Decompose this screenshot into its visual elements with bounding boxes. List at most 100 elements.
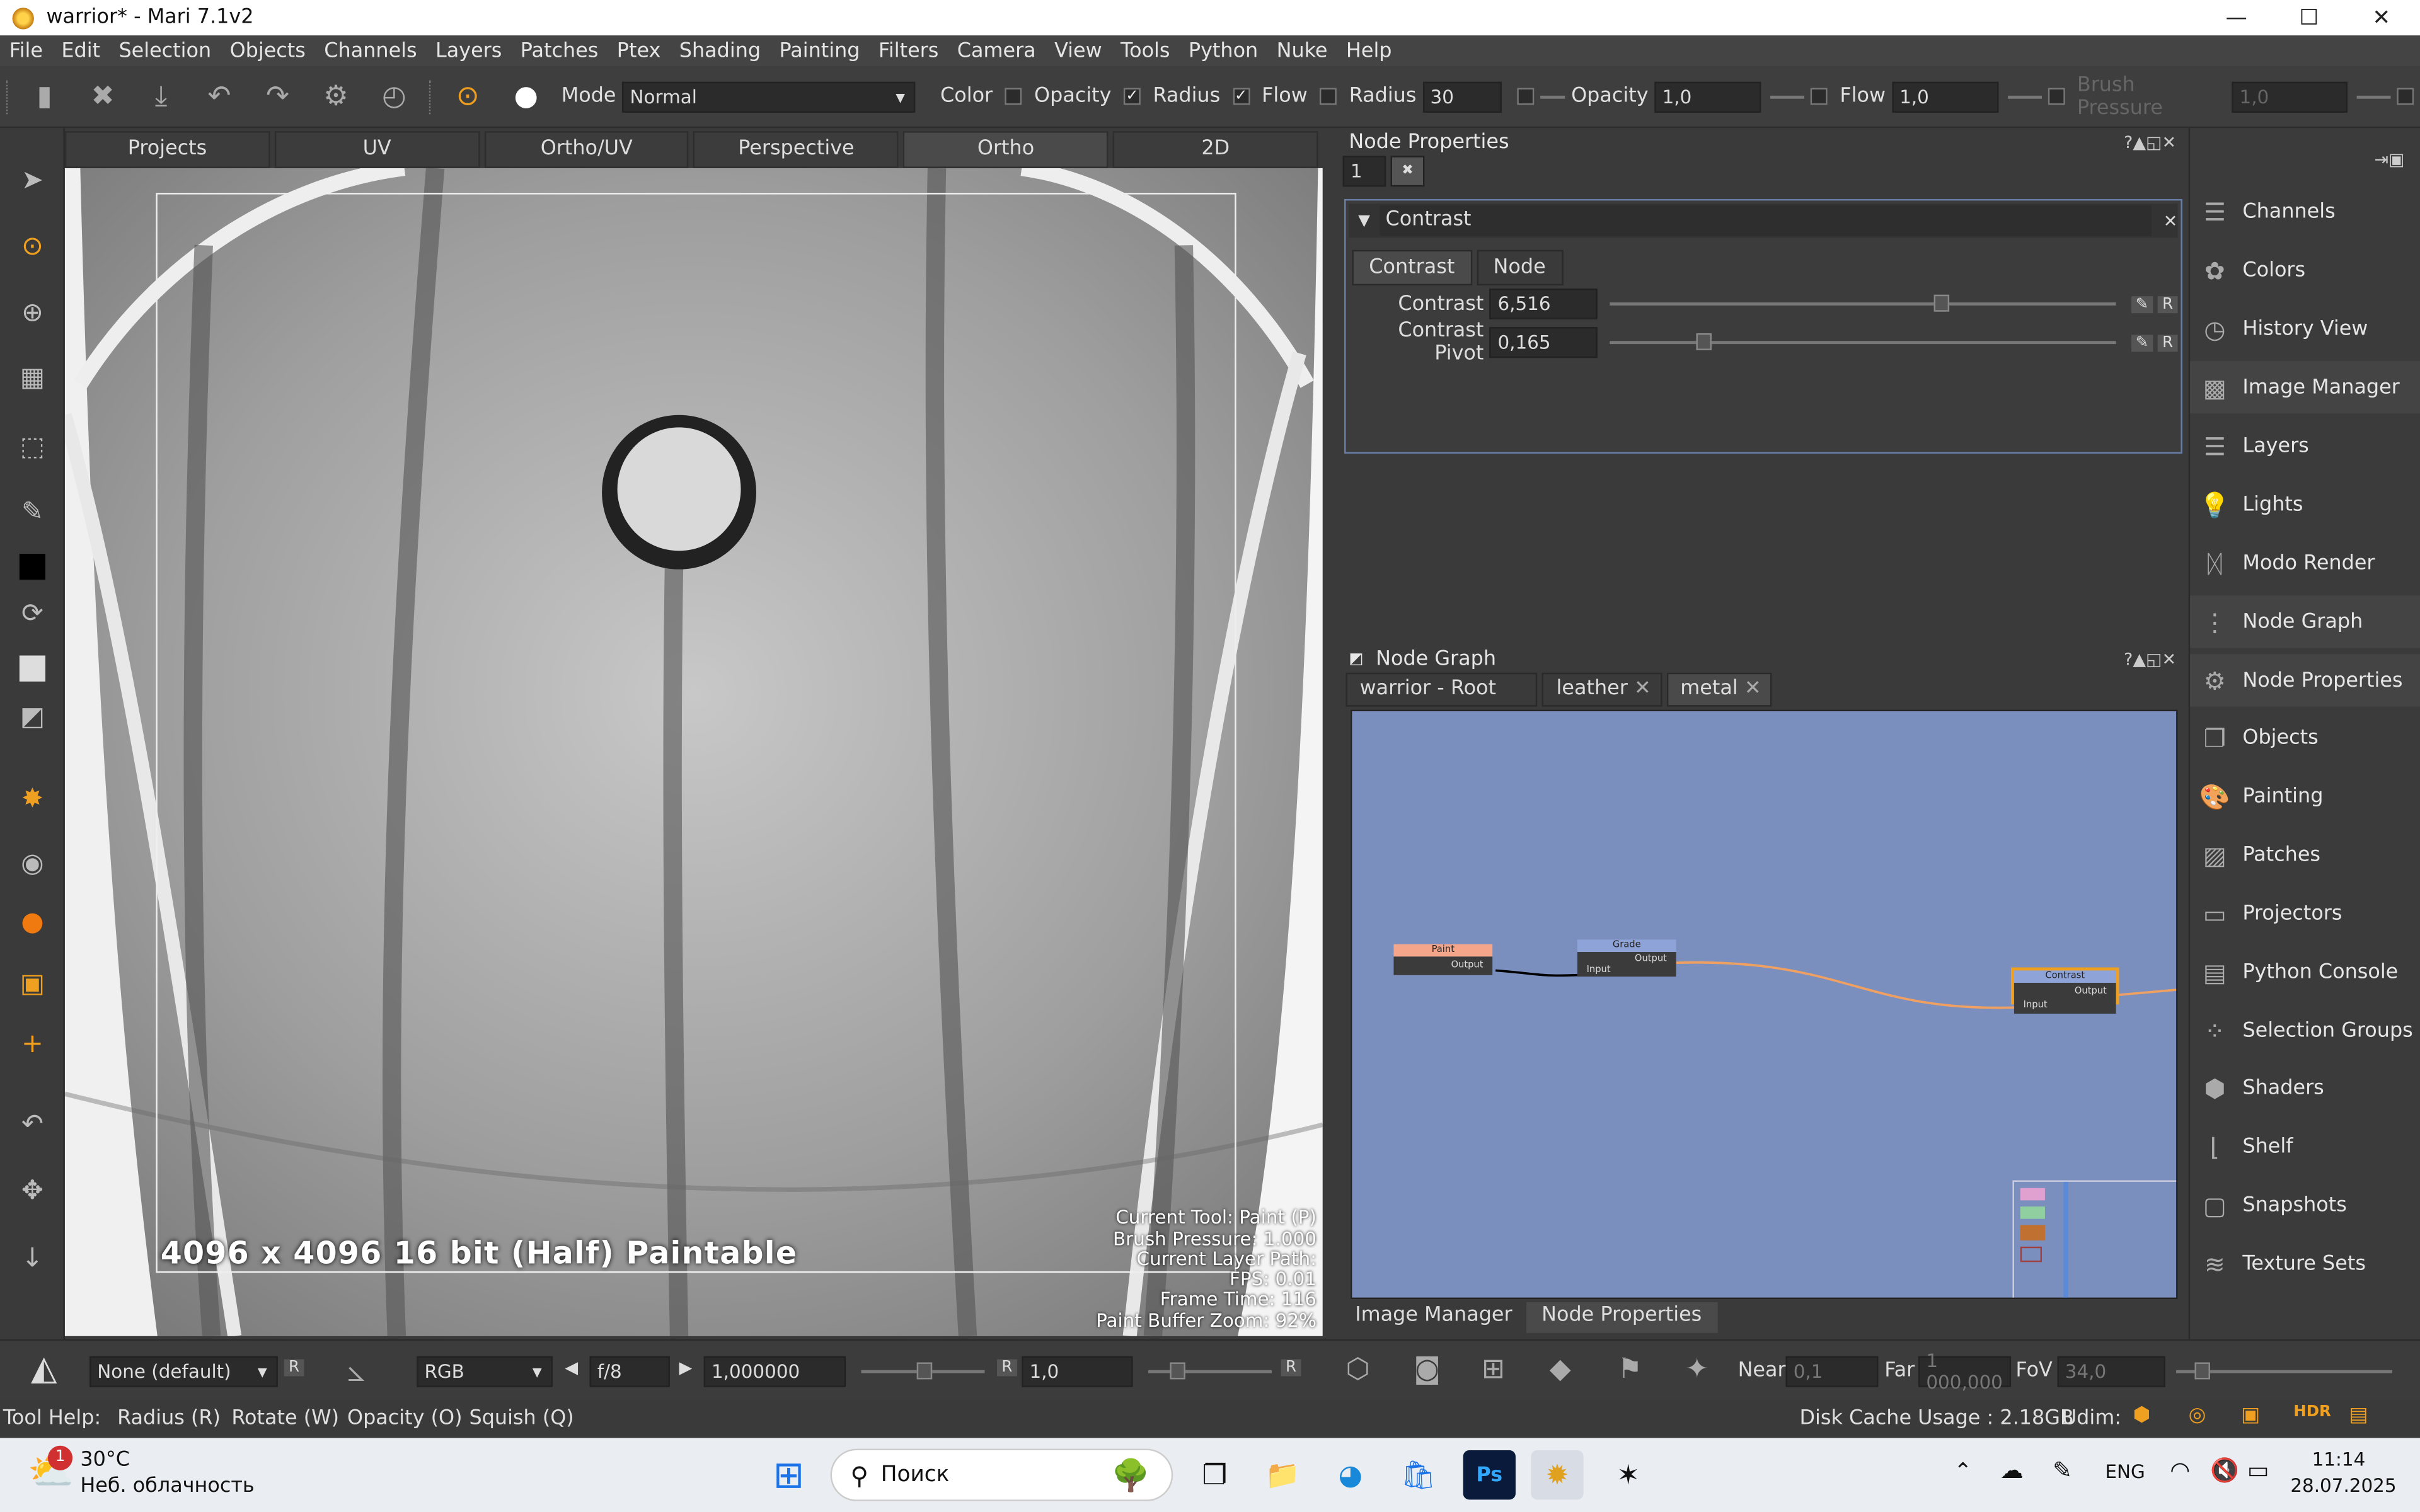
ruler-icon[interactable]: ⦣ <box>347 1351 365 1389</box>
menu-filters[interactable]: Filters <box>869 39 948 62</box>
flow-field[interactable]: 1,0 <box>1891 81 1999 112</box>
sidebar-item-lights[interactable]: 💡 Lights <box>2190 478 2420 530</box>
menu-file[interactable]: File <box>0 39 52 62</box>
contrast-slider[interactable] <box>1610 294 2116 312</box>
menu-painting[interactable]: Painting <box>770 39 869 62</box>
menu-shading[interactable]: Shading <box>670 39 770 62</box>
sidebar-item-colors[interactable]: ✿ Colors <box>2190 244 2420 296</box>
tab-2d[interactable]: 2D <box>1113 131 1318 168</box>
status-hex-icon[interactable]: ⬢ <box>2133 1404 2151 1428</box>
paint-tool-icon[interactable]: ⊙ <box>448 76 488 117</box>
photoshop-icon[interactable]: Ps <box>1463 1450 1516 1500</box>
shader-ball-icon[interactable]: ● <box>14 904 51 941</box>
sidebar-item-node-properties[interactable]: ⚙ Node Properties <box>2190 654 2420 707</box>
menu-patches[interactable]: Patches <box>511 39 608 62</box>
node-graph-minimap[interactable] <box>2012 1180 2177 1298</box>
performance-icon[interactable]: ◴ <box>374 76 414 117</box>
language-indicator[interactable]: ENG <box>2105 1461 2145 1482</box>
status-target-icon[interactable]: ◎ <box>2189 1404 2206 1428</box>
radius-field[interactable]: 30 <box>1422 81 1502 112</box>
far-field[interactable]: 1 000,000 <box>1918 1350 2012 1393</box>
paint-viewport[interactable]: 4096 x 4096 16 bit (Half) Paintable Curr… <box>64 168 1323 1336</box>
opacity-lock-checkbox[interactable] <box>1811 88 1828 105</box>
tray-chevron-icon[interactable]: ⌃ <box>1954 1460 1972 1484</box>
file-explorer-icon[interactable]: 📁 <box>1256 1450 1308 1499</box>
projector-tool-icon[interactable]: ▣ <box>14 966 51 1003</box>
close-button[interactable]: ✕ <box>2346 0 2417 35</box>
sidebar-item-objects[interactable]: ❐ Objects <box>2190 711 2420 764</box>
weather-description[interactable]: Неб. облачность <box>80 1475 254 1498</box>
battery-icon[interactable]: ▭ <box>2247 1457 2269 1484</box>
scatter-view-icon[interactable]: ✦ <box>1685 1353 1708 1385</box>
gain-field[interactable]: 1,000000 <box>703 1356 846 1387</box>
marquee-tool-icon[interactable]: ⬚ <box>14 429 51 466</box>
wifi-icon[interactable]: ◠ <box>2170 1457 2190 1484</box>
settings-icon[interactable]: ⚙ <box>316 76 355 117</box>
node-history-field[interactable]: 1 <box>1342 156 1386 187</box>
status-square-icon[interactable]: ▣ <box>2241 1404 2260 1428</box>
menu-channels[interactable]: Channels <box>315 39 427 62</box>
contrast-pivot-field[interactable]: 0,165 <box>1490 327 1598 358</box>
sidebar-item-painting[interactable]: 🎨 Painting <box>2190 770 2420 822</box>
eyedropper-icon[interactable]: ✎ <box>14 494 51 531</box>
tab-ortho[interactable]: Ortho <box>903 131 1109 168</box>
fov-field[interactable]: 34,0 <box>2057 1356 2165 1387</box>
zbrush-icon[interactable]: ✶ <box>1602 1450 1654 1499</box>
volume-muted-icon[interactable]: 🔇 <box>2210 1457 2239 1484</box>
radius-slider[interactable] <box>1540 94 1565 98</box>
sidebar-item-patches[interactable]: ▨ Patches <box>2190 828 2420 881</box>
camera-view-icon[interactable]: ◙ <box>1414 1353 1441 1385</box>
radius-checkbox[interactable]: ✓ <box>1232 88 1250 105</box>
sidebar-item-image-manager[interactable]: ▩ Image Manager <box>2190 361 2420 414</box>
tab-metal[interactable]: metal ✕ <box>1666 672 1772 707</box>
sidebar-item-snapshots[interactable]: ▢ Snapshots <box>2190 1179 2420 1231</box>
menu-python[interactable]: Python <box>1179 39 1267 62</box>
onedrive-icon[interactable]: ☁ <box>2000 1457 2024 1484</box>
node-graph-canvas[interactable]: Paint Output Grade Output Input Contrast … <box>1350 709 2178 1300</box>
windows-start-icon[interactable]: ⊞ <box>763 1450 815 1499</box>
gamma-slider[interactable] <box>1148 1362 1272 1380</box>
brush-preset-icon[interactable]: ● <box>506 76 546 117</box>
maximize-button[interactable]: ☐ <box>2273 0 2344 35</box>
sidebar-item-shaders[interactable]: ⬢ Shaders <box>2190 1062 2420 1114</box>
mari-taskbar-icon[interactable]: ✹ <box>1531 1450 1584 1500</box>
paint-brush-tool-icon[interactable]: ⊙ <box>14 228 51 265</box>
flow-checkbox[interactable] <box>1320 88 1337 105</box>
tab-ortho-uv[interactable]: Ortho/UV <box>484 131 689 168</box>
clone-tool-icon[interactable]: ⊕ <box>14 295 51 332</box>
fov-slider-knob[interactable] <box>2194 1362 2210 1380</box>
transform-tool-icon[interactable]: ✸ <box>14 781 51 818</box>
status-hdr-icon[interactable]: HDR <box>2293 1404 2331 1421</box>
new-file-icon[interactable]: ▮ <box>25 76 64 117</box>
mode-dropdown[interactable]: Normal ▾ <box>622 81 916 112</box>
fstop-increase-icon[interactable]: ▶ <box>679 1358 693 1378</box>
tab-perspective[interactable]: Perspective <box>693 131 899 168</box>
sidebar-item-node-graph[interactable]: ⋮ Node Graph <box>2190 595 2420 648</box>
tab-image-manager[interactable]: Image Manager <box>1345 1302 1522 1333</box>
contrast-node[interactable]: Contrast Output Input <box>2011 967 2119 1014</box>
menu-nuke[interactable]: Nuke <box>1267 39 1337 62</box>
lut-reset-button[interactable]: R <box>284 1359 304 1377</box>
swap-colors-icon[interactable]: ⟳ <box>14 595 51 633</box>
taskbar-search[interactable]: ⚲ Поиск 🌳 <box>830 1448 1173 1501</box>
sidebar-item-projectors[interactable]: ▭ Projectors <box>2190 887 2420 939</box>
menu-selection[interactable]: Selection <box>110 39 221 62</box>
paint-node[interactable]: Paint Output <box>1393 944 1493 975</box>
sidebar-collapse-icon[interactable]: ⇥▣ <box>2374 150 2404 170</box>
clock-time[interactable]: 11:14 <box>2312 1449 2366 1470</box>
panel-controls-icon[interactable]: ?▲◱✕ <box>2124 649 2176 669</box>
contrast-slider-knob[interactable] <box>1933 294 1949 312</box>
fov-slider[interactable] <box>2176 1362 2392 1380</box>
panel-controls-icon[interactable]: ?▲◱✕ <box>2124 132 2176 152</box>
sidebar-item-layers[interactable]: ☰ Layers <box>2190 420 2420 472</box>
edit-icon[interactable]: ✎ <box>2131 295 2153 312</box>
tab-contrast[interactable]: Contrast <box>1352 249 1472 286</box>
shading-view-icon[interactable]: ◆ <box>1550 1353 1571 1385</box>
minimize-button[interactable]: — <box>2201 0 2272 35</box>
lut-icon[interactable]: ◭ <box>31 1350 57 1389</box>
menu-tools[interactable]: Tools <box>1111 39 1179 62</box>
frame-view-icon[interactable]: ⊞ <box>1482 1353 1505 1385</box>
menu-layers[interactable]: Layers <box>426 39 511 62</box>
lut-dropdown[interactable]: None (default) ▾ <box>89 1356 278 1387</box>
gamma-reset-button[interactable]: R <box>1281 1359 1301 1377</box>
